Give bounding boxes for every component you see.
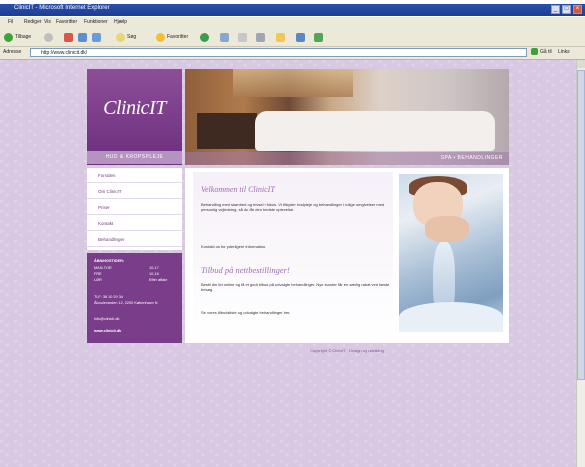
stop-icon [64, 32, 73, 42]
photo-hands [425, 216, 469, 242]
hours-value-2: 10-16 [149, 272, 159, 276]
messenger-icon [314, 32, 323, 42]
photo-basin [399, 302, 503, 332]
site-nav: Forsiden Om ClinicIT Priser Kontakt Beha… [87, 168, 182, 250]
print-icon [256, 32, 265, 42]
back-arrow-icon [4, 32, 13, 42]
hours-value-3: Efter aftale [149, 278, 168, 282]
menu-view[interactable]: Vis [44, 19, 51, 25]
hours-label-3: LØR [94, 278, 102, 282]
stop-button[interactable] [64, 32, 73, 42]
minimize-icon[interactable]: _ [551, 5, 560, 14]
go-label: Gå til [540, 48, 552, 55]
links-button[interactable]: Links [558, 49, 570, 55]
welcome-panel: Velkommen til ClinicIT Behandling med sk… [193, 172, 393, 340]
search-button[interactable]: Søg [116, 32, 136, 42]
search-label: Søg [127, 34, 137, 40]
maximize-icon[interactable]: □ [562, 5, 571, 14]
header-banner-image [185, 69, 509, 165]
menu-bar: Fil Rediger Vis Favoritter Funktioner Hj… [0, 17, 585, 29]
main-content: Velkommen til ClinicIT Behandling med sk… [185, 168, 509, 343]
print-button[interactable] [256, 32, 265, 42]
media-icon [200, 32, 209, 42]
offer-paragraph: Bestil din tid online og få et godt tilb… [201, 282, 390, 292]
refresh-icon [78, 32, 87, 42]
address-input[interactable]: http://www.clinicit.dk/ [30, 48, 527, 57]
messenger-button[interactable] [314, 32, 323, 42]
scroll-thumb[interactable] [577, 70, 585, 380]
home-icon [92, 32, 101, 42]
window-title: ClinicIT - Microsoft Internet Explorer [14, 5, 110, 11]
history-icon [220, 32, 229, 42]
hours-heading: ÅBNINGSTIDER: [94, 259, 125, 263]
close-icon[interactable]: × [573, 5, 582, 14]
favorites-button[interactable]: Favoritter [156, 32, 188, 42]
back-button[interactable]: Tilbage [4, 32, 31, 42]
address-bar: Adresse http://www.clinicit.dk/ Gå til L… [0, 47, 585, 60]
vertical-scrollbar[interactable] [576, 60, 585, 467]
title-bar: ClinicIT - Microsoft Internet Explorer _… [0, 4, 585, 16]
edit-icon [296, 32, 305, 42]
nav-item-prices[interactable]: Priser [87, 200, 182, 215]
menu-tools[interactable]: Funktioner [84, 19, 108, 25]
menu-help[interactable]: Hjælp [114, 19, 127, 25]
nav-item-about[interactable]: Om ClinicIT [87, 184, 182, 199]
banner-cabinet [197, 113, 257, 149]
contact-info-box: ÅBNINGSTIDER: MAN-TOR 10-17 FRE 10-16 LØ… [87, 253, 182, 343]
site-logo-box[interactable]: ClinicIT HUD & KROPSPLEJE [87, 69, 182, 165]
page-title: Velkommen til ClinicIT [201, 185, 275, 194]
address-label: Adresse [3, 49, 22, 55]
home-button[interactable] [92, 32, 101, 42]
folder-button[interactable] [276, 32, 285, 42]
menu-favorites[interactable]: Favoritter [56, 19, 77, 25]
mail-icon [238, 32, 247, 42]
contact-web[interactable]: www.clinicit.dk [94, 329, 121, 333]
nav-item-home[interactable]: Forsiden [87, 168, 182, 183]
banner-tagline: SPA • BEHANDLINGER [440, 155, 503, 161]
forward-arrow-icon [44, 32, 53, 42]
go-button[interactable]: Gå til [531, 48, 552, 55]
mail-button[interactable] [238, 32, 247, 42]
site-footer[interactable]: Copyright © ClinicIT · Design og udvikli… [185, 348, 509, 353]
hours-label-1: MAN-TOR [94, 266, 112, 270]
scroll-up-icon[interactable] [577, 60, 585, 68]
contact-address: Åboulevarden 12, 2200 København N [94, 301, 158, 305]
folder-icon [276, 32, 285, 42]
menu-edit[interactable]: Rediger [24, 19, 42, 25]
forward-button[interactable] [44, 32, 53, 42]
window-controls: _ □ × [551, 5, 582, 14]
nav-item-contact[interactable]: Kontakt [87, 216, 182, 231]
contact-phone: TLF: 38 10 29 34 [94, 295, 123, 299]
logo-tagline: HUD & KROPSPLEJE [87, 151, 182, 164]
refresh-button[interactable] [78, 32, 87, 42]
site-logo: ClinicIT [103, 97, 166, 119]
contact-paragraph: Kontakt os for yderligere information. [201, 244, 267, 249]
hours-label-2: FRE [94, 272, 102, 276]
intro-paragraph: Behandling med skønhed og trivsel i foku… [201, 202, 385, 212]
back-label: Tilbage [15, 34, 32, 40]
menu-file[interactable]: Fil [8, 19, 13, 25]
hours-value-1: 10-17 [149, 266, 159, 270]
banner-treatment-bed [255, 111, 495, 151]
favorites-label: Favoritter [167, 34, 189, 40]
edit-button[interactable] [296, 32, 305, 42]
offer-paragraph-2: Se vores tilbudsliste og udvalgte behand… [201, 310, 291, 315]
spa-photo [399, 174, 503, 332]
contact-email[interactable]: info@clinicit.dk [94, 317, 119, 321]
go-arrow-icon [531, 48, 538, 55]
banner-lamp [233, 69, 353, 97]
nav-item-treatments[interactable]: Behandlinger [87, 232, 182, 247]
banner-tagline-strip: SPA • BEHANDLINGER [185, 152, 509, 165]
toolbar: Tilbage Søg Favoritter [0, 29, 585, 47]
media-button[interactable] [200, 32, 209, 42]
star-icon [156, 32, 165, 42]
offer-heading: Tilbud på nettbestillinger! [201, 265, 290, 275]
history-button[interactable] [220, 32, 229, 42]
search-icon [116, 32, 125, 42]
browser-window: ClinicIT - Microsoft Internet Explorer _… [0, 0, 585, 467]
